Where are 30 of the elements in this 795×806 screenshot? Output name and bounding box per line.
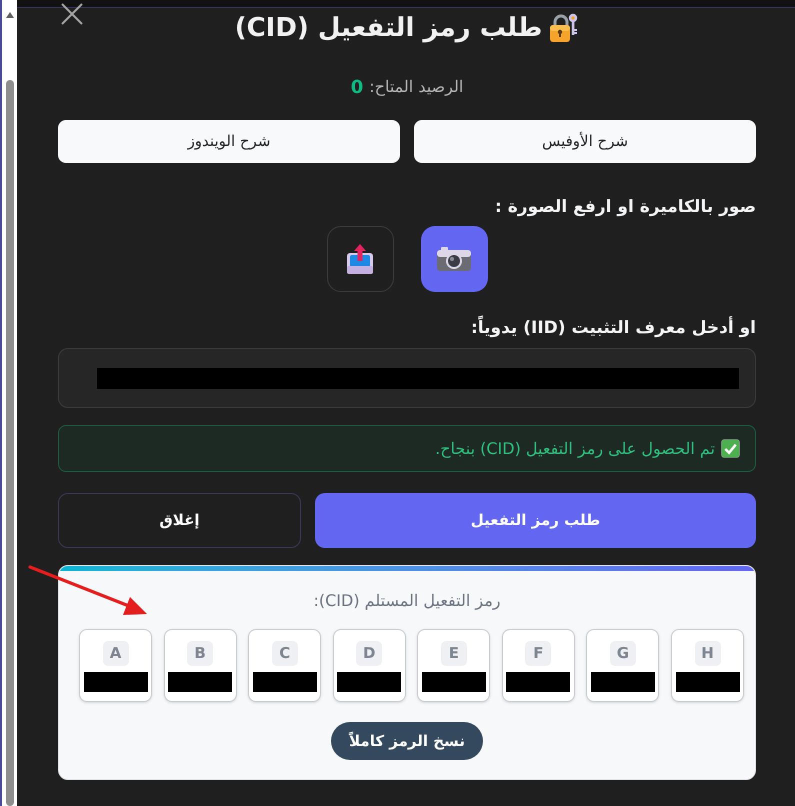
lock-key-icon xyxy=(547,12,580,44)
copy-button[interactable]: نسخ الرمز كاملاً xyxy=(331,722,483,760)
group-letter-badge: A xyxy=(102,641,129,666)
dialog-title: طلب رمز التفعيل (CID) xyxy=(234,15,542,41)
iid-label: او أدخل معرف التثبيت (IID) يدوياً: xyxy=(58,316,756,338)
scroll-up-arrow-icon[interactable] xyxy=(6,12,14,18)
cancel-button[interactable]: إغلاق xyxy=(58,493,301,548)
camera-button[interactable] xyxy=(420,226,488,292)
upload-button[interactable] xyxy=(326,226,394,292)
group-letter-badge: H xyxy=(694,641,720,666)
close-icon[interactable] xyxy=(60,3,84,25)
result-label: رمز التفعيل المستلم (CID): xyxy=(312,590,502,611)
scrollbar-thumb[interactable] xyxy=(6,80,14,806)
balance-value: 0 xyxy=(350,76,364,100)
check-icon xyxy=(721,439,740,458)
balance-label: الرصيد المتاح: xyxy=(369,76,464,98)
group-letter-badge: C xyxy=(272,641,298,666)
capture-label: صور بالكاميرة او ارفع الصورة : xyxy=(494,196,756,217)
group-letter-badge: G xyxy=(610,641,636,666)
upload-tray-icon xyxy=(345,243,375,275)
group-letter-badge: F xyxy=(525,641,552,666)
submit-button[interactable]: طلب رمز التفعيل xyxy=(315,493,756,548)
camera-icon xyxy=(436,246,472,272)
guide-button[interactable]: شرح الويندوز xyxy=(58,120,400,163)
group-letter-badge: E xyxy=(440,641,467,666)
alert-message: تم الحصول على رمز التفعيل (CID) بنجاح. xyxy=(435,438,715,460)
guide-button[interactable]: شرح الأوفيس xyxy=(414,120,756,163)
iid-input-field[interactable] xyxy=(58,348,756,408)
group-letter-badge: D xyxy=(356,641,382,666)
group-letter-badge: B xyxy=(187,641,214,666)
